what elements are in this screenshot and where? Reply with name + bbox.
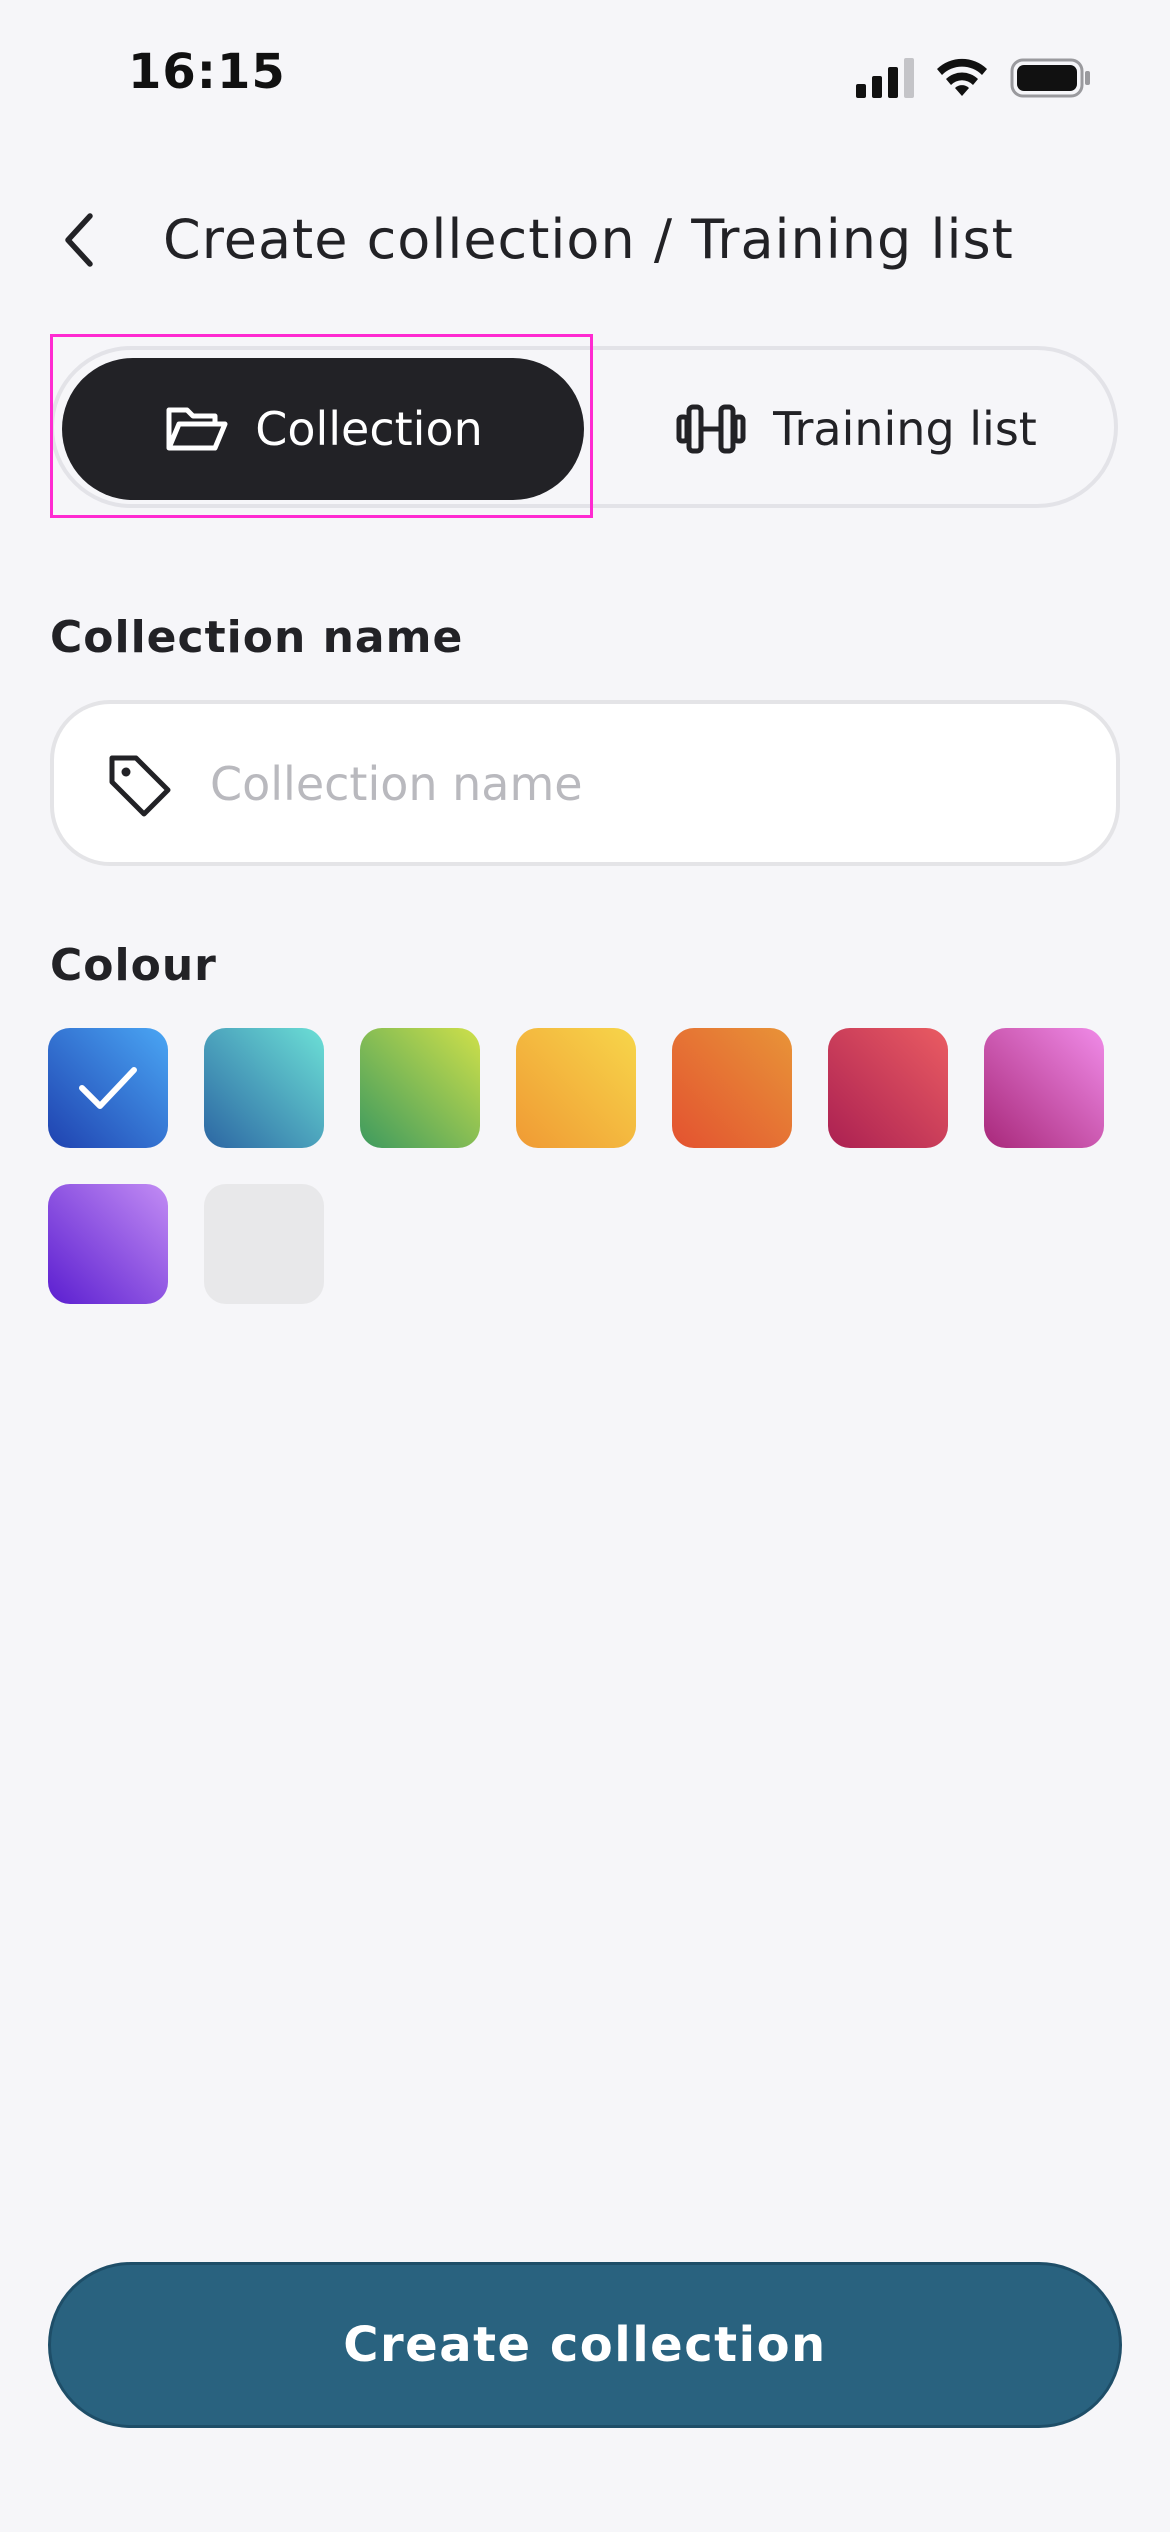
tab-collection-label: Collection <box>255 402 483 456</box>
colour-label: Colour <box>50 940 217 991</box>
dumbbell-icon <box>676 404 746 454</box>
colour-swatch-pink[interactable] <box>984 1028 1104 1148</box>
tab-training-list[interactable]: Training list <box>606 358 1106 500</box>
colour-swatch-orange[interactable] <box>672 1028 792 1148</box>
collection-name-label: Collection name <box>50 612 464 663</box>
colour-swatch-amber[interactable] <box>516 1028 636 1148</box>
checkmark-icon <box>79 1067 137 1109</box>
status-bar: 16:15 <box>0 0 1170 150</box>
colour-swatch-red[interactable] <box>828 1028 948 1148</box>
tab-collection[interactable]: Collection <box>62 358 584 500</box>
status-time: 16:15 <box>128 44 286 100</box>
colour-swatch-green[interactable] <box>360 1028 480 1148</box>
tag-icon <box>109 755 171 817</box>
tab-training-list-label: Training list <box>773 402 1037 456</box>
colour-swatch-blue[interactable] <box>48 1028 168 1148</box>
collection-name-field[interactable] <box>50 700 1120 866</box>
header: Create collection / Training list <box>0 190 1170 290</box>
colour-swatch-grey[interactable] <box>204 1184 324 1304</box>
create-collection-button[interactable]: Create collection <box>48 2262 1122 2428</box>
battery-icon <box>1010 58 1090 98</box>
page-title: Create collection / Training list <box>163 208 1014 271</box>
wifi-icon <box>937 58 987 96</box>
collection-name-input[interactable] <box>208 704 1092 864</box>
type-segmented-control: Collection Training list <box>50 346 1118 508</box>
back-button[interactable] <box>50 210 110 270</box>
chevron-left-icon <box>65 213 93 267</box>
colour-swatch-purple[interactable] <box>48 1184 168 1304</box>
colour-swatch-teal[interactable] <box>204 1028 324 1148</box>
folder-open-icon <box>166 407 228 451</box>
cellular-signal-icon <box>856 58 914 98</box>
